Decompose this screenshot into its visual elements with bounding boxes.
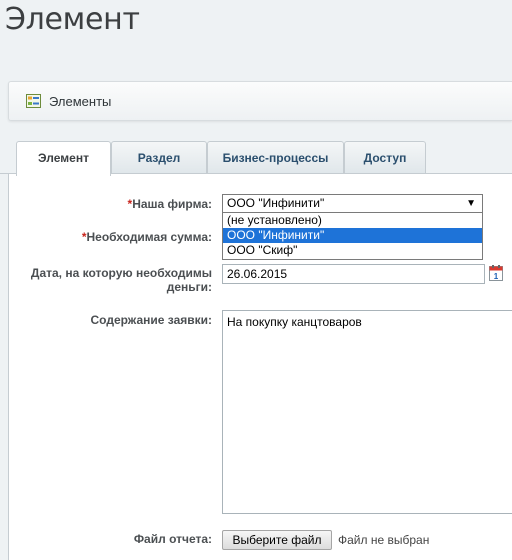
firm-option-skif[interactable]: ООО "Скиф" xyxy=(223,243,482,258)
firm-option-none[interactable]: (не установлено) xyxy=(223,213,482,228)
svg-text:1: 1 xyxy=(494,272,499,281)
file-status: Файл не выбран xyxy=(338,533,430,547)
choose-file-button[interactable]: Выберите файл xyxy=(222,530,332,550)
firm-dropdown-list: (не установлено) ООО "Инфинити" ООО "Ски… xyxy=(222,212,483,260)
toolbar: Элементы xyxy=(8,81,512,121)
date-label: Дата, на которую необходимы деньги: xyxy=(30,266,212,294)
firm-select[interactable]: ООО "Инфинити" ▼ xyxy=(222,194,483,213)
calendar-icon[interactable]: 1 xyxy=(489,265,503,281)
firm-label: *Наша фирма: xyxy=(127,197,212,211)
tab-bar: Элемент Раздел Бизнес-процессы Доступ xyxy=(8,141,512,176)
tab-access[interactable]: Доступ xyxy=(344,141,426,175)
toolbar-elements-link[interactable]: Элементы xyxy=(49,94,111,109)
date-input[interactable]: 26.06.2015 xyxy=(222,264,485,284)
tab-section[interactable]: Раздел xyxy=(111,141,207,175)
page-title: Элемент xyxy=(5,2,140,37)
tab-business-processes[interactable]: Бизнес-процессы xyxy=(207,141,344,175)
firm-select-value: ООО "Инфинити" xyxy=(227,196,325,210)
amount-label: *Необходимая сумма: xyxy=(81,230,212,244)
dropdown-arrow-icon: ▼ xyxy=(466,198,476,209)
firm-option-infiniti[interactable]: ООО "Инфинити" xyxy=(223,228,482,243)
list-icon xyxy=(26,94,41,108)
file-label: Файл отчета: xyxy=(133,532,212,546)
content-label: Содержание заявки: xyxy=(90,313,213,327)
content-textarea[interactable]: На покупку канцтоваров xyxy=(222,310,512,514)
tab-element[interactable]: Элемент xyxy=(16,141,111,176)
